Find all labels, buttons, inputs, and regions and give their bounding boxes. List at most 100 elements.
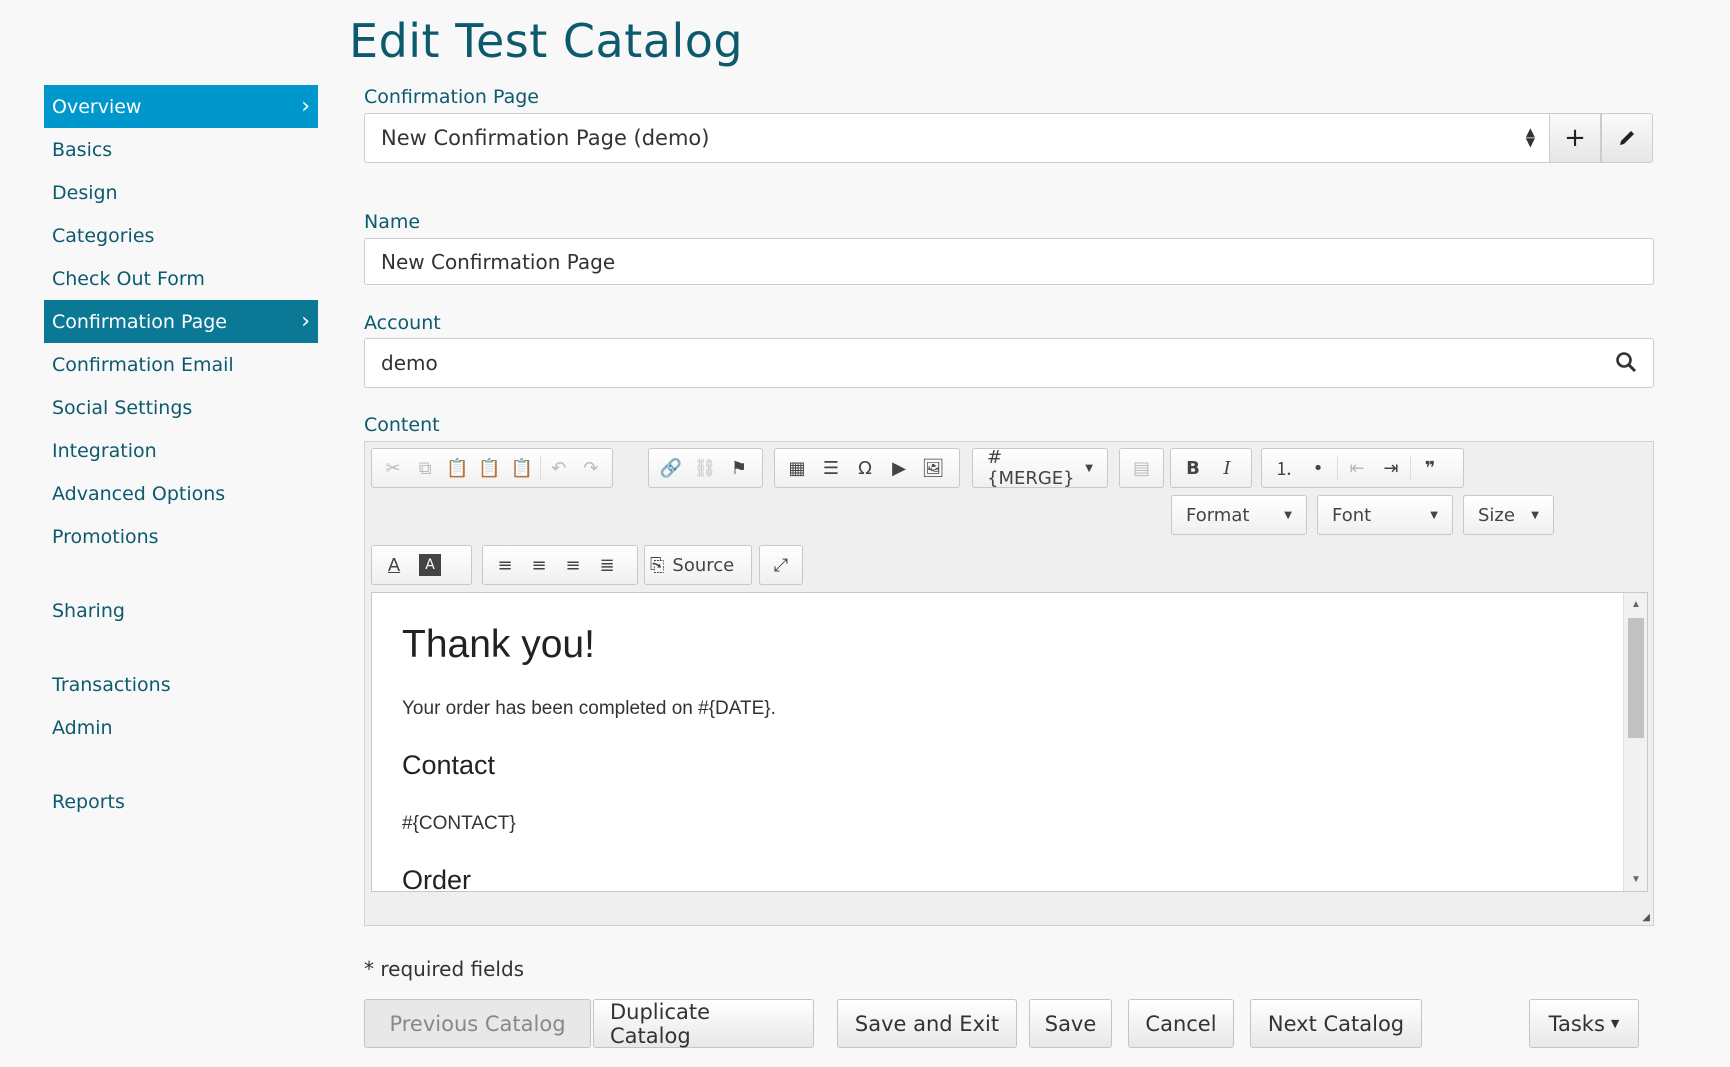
size-dropdown[interactable]: Size ▼ — [1463, 495, 1554, 535]
sidebar-divider — [44, 632, 318, 663]
cut-icon[interactable]: ✂ — [377, 453, 409, 483]
sidebar-nav: Overview › Basics Design Categories Chec… — [44, 85, 318, 823]
sidebar-item-confirmation-page[interactable]: Confirmation Page › — [44, 300, 318, 343]
account-value: demo — [381, 351, 438, 375]
link-toolbar-group: 🔗 ⛓ ⚑ — [648, 448, 763, 488]
table-icon[interactable]: ▦ — [780, 453, 814, 483]
copy-icon[interactable]: ⧉ — [409, 453, 441, 483]
confirmation-page-select[interactable]: New Confirmation Page (demo) ▲ ▼ — [364, 113, 1550, 163]
caret-down-icon: ▼ — [1610, 1017, 1620, 1030]
numbered-list-icon[interactable]: ⒈ — [1267, 453, 1301, 483]
previous-catalog-button[interactable]: Previous Catalog — [364, 999, 591, 1048]
template-toolbar-group: ▤ — [1119, 448, 1164, 488]
sidebar-item-admin[interactable]: Admin — [44, 706, 318, 749]
align-right-icon[interactable]: ≡ — [556, 550, 590, 580]
sidebar-item-advanced-options[interactable]: Advanced Options — [44, 472, 318, 515]
font-label: Font — [1332, 504, 1372, 526]
toolbar-separator — [1410, 456, 1411, 480]
unlink-icon[interactable]: ⛓ — [688, 453, 722, 483]
sidebar-item-categories[interactable]: Categories — [44, 214, 318, 257]
save-and-exit-button[interactable]: Save and Exit — [837, 999, 1017, 1048]
plus-icon: + — [1564, 123, 1586, 153]
merge-field-dropdown[interactable]: #{MERGE} ▼ — [972, 447, 1108, 489]
special-char-icon[interactable]: Ω — [848, 453, 882, 483]
sidebar-item-design[interactable]: Design — [44, 171, 318, 214]
youtube-icon[interactable]: ▶ — [882, 453, 916, 483]
edit-confirmation-page-button[interactable] — [1601, 113, 1653, 163]
list-toolbar-group: ⒈ • ⇤ ⇥ ❞ — [1261, 448, 1464, 488]
horizontal-line-icon[interactable]: ☰ — [814, 453, 848, 483]
sidebar-item-overview[interactable]: Overview › — [44, 85, 318, 128]
duplicate-catalog-button[interactable]: Duplicate Catalog — [593, 999, 814, 1048]
sidebar-item-label: Basics — [52, 138, 113, 161]
resize-handle-icon[interactable]: ◢ — [1642, 912, 1650, 923]
insert-toolbar-group: ▦ ☰ Ω ▶ 🖼 — [774, 448, 960, 488]
bulleted-list-icon[interactable]: • — [1301, 453, 1335, 483]
sidebar-item-confirmation-email[interactable]: Confirmation Email — [44, 343, 318, 386]
redo-icon[interactable]: ↷ — [575, 453, 607, 483]
rich-text-editor: ✂ ⧉ 📋 📋 📋 ↶ ↷ 🔗 ⛓ ⚑ ▦ ☰ Ω ▶ 🖼 #{MERGE} ▼… — [364, 441, 1654, 926]
editor-content-area[interactable]: Thank you! Your order has been completed… — [371, 592, 1648, 892]
merge-field-label: #{MERGE} — [987, 447, 1075, 489]
sidebar-item-basics[interactable]: Basics — [44, 128, 318, 171]
blockquote-icon[interactable]: ❞ — [1413, 453, 1447, 483]
format-dropdown[interactable]: Format ▼ — [1171, 495, 1307, 535]
editor-scrollbar[interactable]: ▲ ▼ — [1623, 593, 1647, 891]
source-code-icon: ⎘ — [650, 554, 665, 576]
add-confirmation-page-button[interactable]: + — [1549, 113, 1601, 163]
sidebar-item-promotions[interactable]: Promotions — [44, 515, 318, 558]
italic-icon[interactable]: I — [1210, 453, 1244, 483]
align-center-icon[interactable]: ≡ — [522, 550, 556, 580]
bold-icon[interactable]: B — [1176, 453, 1210, 483]
sidebar-item-transactions[interactable]: Transactions — [44, 663, 318, 706]
search-icon[interactable] — [1615, 351, 1637, 373]
tasks-dropdown-button[interactable]: Tasks ▼ — [1529, 999, 1639, 1048]
font-dropdown[interactable]: Font ▼ — [1317, 495, 1453, 535]
background-color-icon[interactable]: A — [419, 554, 441, 576]
sidebar-item-integration[interactable]: Integration — [44, 429, 318, 472]
sidebar-item-label: Check Out Form — [52, 267, 205, 290]
maximize-button[interactable]: ⤢ — [759, 545, 803, 585]
sidebar-item-sharing[interactable]: Sharing — [44, 589, 318, 632]
content-contact-merge: #{CONTACT} — [402, 813, 516, 834]
source-button[interactable]: ⎘ Source — [644, 545, 752, 585]
paste-text-icon[interactable]: 📋 — [473, 453, 505, 483]
chevron-right-icon: › — [301, 94, 310, 119]
account-input[interactable]: demo — [364, 338, 1654, 388]
name-input[interactable]: New Confirmation Page — [364, 238, 1654, 285]
sidebar-item-check-out-form[interactable]: Check Out Form — [44, 257, 318, 300]
link-icon[interactable]: 🔗 — [654, 453, 688, 483]
sidebar-item-social-settings[interactable]: Social Settings — [44, 386, 318, 429]
sidebar-divider — [44, 558, 318, 589]
sort-arrows-icon: ▲ ▼ — [1525, 125, 1535, 149]
name-value: New Confirmation Page — [381, 249, 616, 274]
scroll-up-icon[interactable]: ▲ — [1624, 599, 1647, 610]
outdent-icon[interactable]: ⇤ — [1340, 453, 1374, 483]
align-justify-icon[interactable]: ≣ — [590, 550, 624, 580]
content-contact-heading: Contact — [402, 750, 496, 780]
anchor-flag-icon[interactable]: ⚑ — [722, 453, 756, 483]
cancel-button[interactable]: Cancel — [1128, 999, 1234, 1048]
text-color-icon[interactable]: A — [377, 550, 411, 580]
save-button[interactable]: Save — [1029, 999, 1112, 1048]
sidebar-item-label: Integration — [52, 439, 157, 462]
indent-icon[interactable]: ⇥ — [1374, 453, 1408, 483]
paste-word-icon[interactable]: 📋 — [506, 453, 538, 483]
image-icon[interactable]: 🖼 — [916, 453, 950, 483]
undo-icon[interactable]: ↶ — [543, 453, 575, 483]
scroll-thumb[interactable] — [1628, 618, 1644, 738]
sidebar-item-label: Confirmation Email — [52, 353, 234, 376]
caret-down-icon: ▼ — [1531, 509, 1539, 521]
pencil-icon — [1620, 131, 1634, 145]
sidebar-item-label: Transactions — [52, 673, 171, 696]
align-left-icon[interactable]: ≡ — [488, 550, 522, 580]
toolbar-separator — [1337, 456, 1338, 480]
document-icon[interactable]: ▤ — [1125, 453, 1158, 483]
sidebar-item-reports[interactable]: Reports — [44, 780, 318, 823]
confirmation-page-label: Confirmation Page — [364, 86, 539, 108]
paste-icon[interactable]: 📋 — [441, 453, 473, 483]
scroll-down-icon[interactable]: ▼ — [1624, 874, 1647, 885]
sidebar-item-label: Admin — [52, 716, 113, 739]
next-catalog-button[interactable]: Next Catalog — [1250, 999, 1422, 1048]
sidebar-item-label: Overview — [52, 95, 142, 118]
